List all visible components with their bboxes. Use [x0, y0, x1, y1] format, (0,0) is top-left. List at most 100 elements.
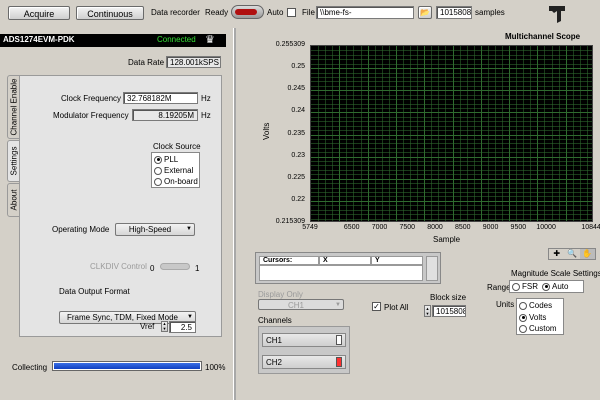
channel-item-ch2[interactable]: CH2 — [262, 355, 346, 369]
graph-palette: ✚ 🔍 ✋ — [548, 248, 596, 260]
grid-line-horizontal — [311, 138, 592, 140]
grid-line-horizontal — [311, 63, 592, 65]
channel-name: CH2 — [266, 358, 283, 367]
modulator-frequency-label: Modulator Frequency — [53, 111, 129, 120]
pan-hand-icon[interactable]: ✋ — [579, 249, 595, 259]
ti-small-logo-icon: ♛ — [205, 34, 215, 46]
x-tick-label: 9000 — [482, 224, 499, 231]
clkdiv-max-label: 1 — [195, 264, 200, 273]
collecting-progress-bar — [52, 361, 202, 371]
collecting-percent: 100% — [205, 363, 226, 372]
x-tick-label: 8500 — [455, 224, 471, 231]
vref-stepper-icon[interactable]: ▲ ▼ — [161, 321, 168, 332]
continuous-button[interactable]: Continuous — [76, 6, 144, 20]
grid-line-horizontal — [311, 205, 592, 207]
data-rate-value: 128.001kSPS — [166, 56, 221, 68]
acquire-button[interactable]: Acquire — [8, 6, 70, 20]
auto-checkbox[interactable] — [287, 8, 296, 17]
data-recorder-label: Data recorder — [151, 8, 200, 17]
display-only-dropdown[interactable]: CH1 ▼ — [258, 299, 344, 310]
cursors-y-header: Y — [371, 256, 423, 265]
grid-line-horizontal — [311, 85, 592, 87]
cursors-x-header: X — [319, 256, 371, 265]
y-tick-label: 0.25 — [291, 63, 305, 71]
units-label: Units — [496, 300, 515, 309]
block-size-stepper-icon[interactable]: ▲ ▼ — [424, 305, 431, 317]
grid-line-horizontal — [311, 94, 592, 96]
grid-line-horizontal — [311, 169, 592, 171]
x-axis-label: Sample — [433, 235, 461, 244]
x-tick-label: 7500 — [399, 224, 416, 231]
channel-name: CH1 — [266, 336, 283, 345]
grid-line-horizontal — [311, 143, 592, 145]
y-tick-label: 0.23 — [291, 151, 305, 159]
crosshair-icon[interactable]: ✚ — [549, 249, 564, 259]
grid-line-horizontal — [311, 200, 592, 202]
grid-line-horizontal — [311, 130, 592, 132]
x-tick-label: 10000 — [536, 224, 556, 231]
panel-divider — [233, 28, 236, 400]
collecting-label: Collecting — [12, 363, 48, 372]
channel-color-swatch[interactable] — [336, 357, 342, 367]
chevron-down-icon: ▼ — [186, 226, 192, 232]
operating-mode-dropdown[interactable]: High-Speed ▼ — [115, 223, 195, 236]
channel-item-ch1[interactable]: CH1 — [262, 333, 346, 347]
samples-label: samples — [475, 8, 505, 17]
x-tick-label: 6500 — [343, 224, 360, 231]
folder-browse-icon[interactable]: 📂 — [418, 6, 432, 19]
cursors-body[interactable] — [259, 265, 423, 281]
grid-line-horizontal — [311, 90, 592, 92]
block-size-input[interactable]: 1015808 — [432, 305, 466, 317]
grid-line-horizontal — [311, 50, 592, 52]
grid-line-horizontal — [311, 178, 592, 180]
range-auto[interactable]: Auto — [542, 281, 568, 292]
units-codes[interactable]: Codes — [519, 300, 552, 311]
device-header-bar: ADS1274EVM-PDK Connected ♛ — [0, 34, 226, 47]
file-label: File — [302, 8, 315, 17]
samples-input[interactable]: 1015808 — [436, 6, 472, 19]
grid-line-horizontal — [311, 183, 592, 185]
clock-frequency-input[interactable]: 32.768182M — [123, 92, 198, 104]
units-volts[interactable]: Volts — [519, 312, 546, 323]
clkdiv-toggle[interactable] — [160, 263, 190, 270]
x-tick-label: 5749 — [302, 224, 318, 231]
clock-source-pll[interactable]: PLL — [154, 154, 178, 165]
clock-source-external[interactable]: External — [154, 165, 193, 176]
clock-frequency-label: Clock Frequency — [61, 94, 122, 103]
grid-line-horizontal — [311, 174, 592, 176]
file-path-input[interactable]: \\bme-fs- — [316, 6, 414, 19]
vref-input[interactable]: 2.5 — [169, 321, 196, 333]
grid-line-horizontal — [311, 68, 592, 70]
units-radio-group: Codes Volts Custom — [516, 298, 564, 335]
grid-line-horizontal — [311, 59, 592, 61]
settings-panel: Clock Frequency 32.768182M Hz Modulator … — [19, 75, 222, 337]
clock-source-onboard[interactable]: On-board — [154, 176, 198, 187]
x-tick-label: 8000 — [427, 224, 443, 231]
y-tick-label: 0.245 — [287, 85, 305, 93]
grid-line-horizontal — [311, 134, 592, 136]
grid-line-horizontal — [311, 107, 592, 109]
display-only-label: Display Only — [258, 290, 303, 299]
plot-all-checkbox[interactable] — [372, 302, 381, 311]
grid-line-horizontal — [311, 196, 592, 198]
zoom-icon[interactable]: 🔍 — [564, 249, 579, 259]
clock-frequency-unit: Hz — [201, 94, 211, 103]
x-tick-label: 9500 — [510, 224, 527, 231]
y-tick-label: 0.24 — [291, 107, 305, 115]
channel-color-swatch[interactable] — [336, 335, 342, 345]
range-label: Range — [487, 283, 511, 292]
collecting-progress-fill — [54, 363, 200, 369]
record-toggle-switch[interactable] — [231, 5, 264, 19]
clkdiv-min-label: 0 — [150, 264, 155, 273]
modulator-frequency-value: 8.19205M — [132, 109, 198, 121]
cursors-table: Cursors: X Y — [255, 252, 441, 284]
chevron-down-icon: ▼ — [335, 302, 341, 308]
ti-logo-icon — [549, 6, 565, 23]
grid-line-horizontal — [311, 218, 592, 220]
x-tick-label: 7000 — [371, 224, 388, 231]
units-custom[interactable]: Custom — [519, 323, 557, 334]
grid-line-horizontal — [311, 161, 592, 163]
range-fsr[interactable]: FSR — [512, 281, 538, 292]
operating-mode-label: Operating Mode — [52, 225, 110, 234]
cursors-scrollbar[interactable] — [426, 256, 438, 281]
